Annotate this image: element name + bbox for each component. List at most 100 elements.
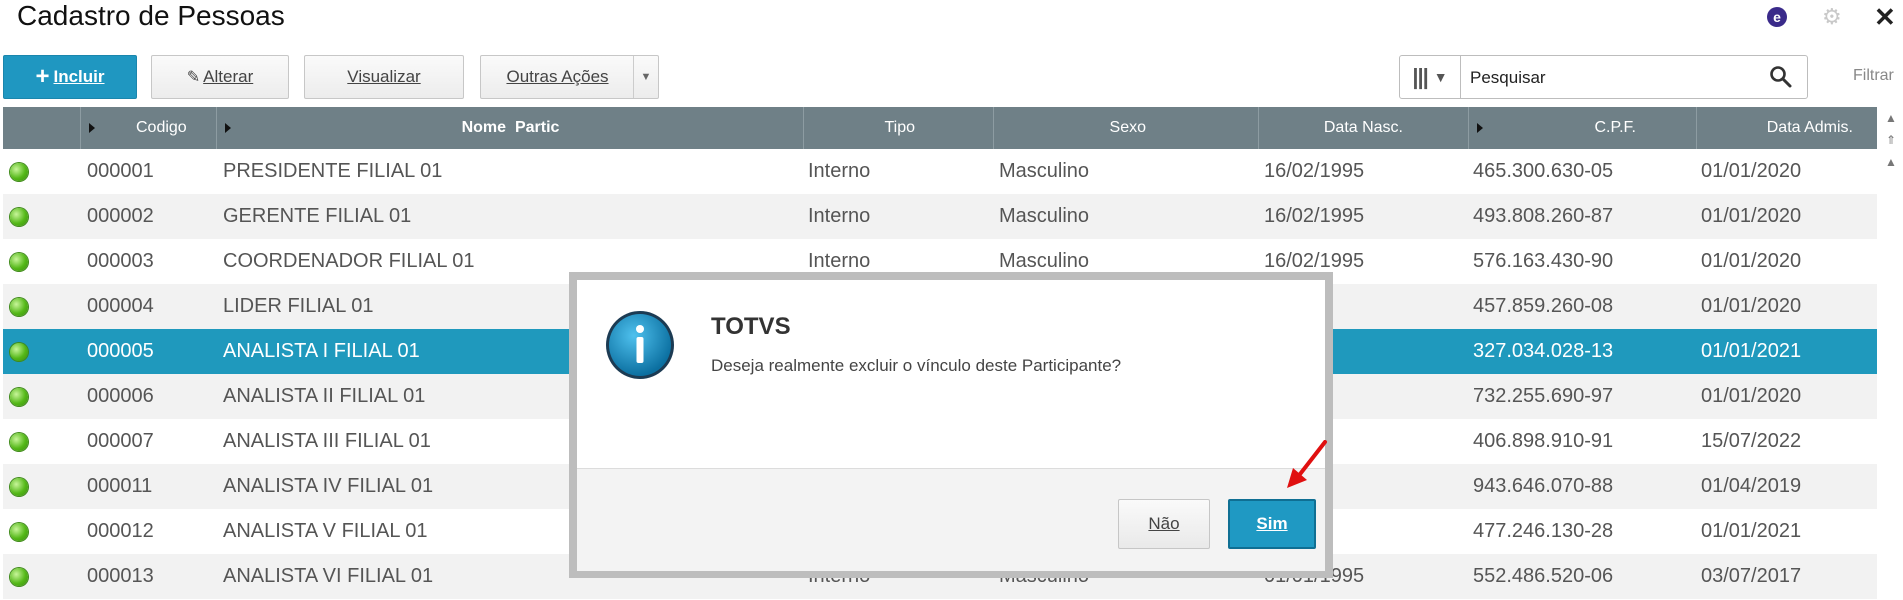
no-button[interactable]: Não bbox=[1118, 499, 1210, 549]
table-cell-cpf: 576.163.430-90 bbox=[1473, 250, 1614, 272]
table-cell-sexo: Masculino bbox=[999, 205, 1090, 227]
table-cell-code: 000004 bbox=[87, 295, 154, 317]
table-cell-cpf: 943.646.070-88 bbox=[1473, 475, 1614, 497]
column-header-data-admis[interactable]: Data Admis. bbox=[1697, 107, 1877, 149]
table-cell-cpf: 465.300.630-05 bbox=[1473, 160, 1614, 182]
status-green-icon bbox=[10, 478, 28, 496]
table-row[interactable]: 000001 PRESIDENTE FILIAL 01 Interno Masculi… bbox=[3, 149, 1877, 194]
table-cell-name: ANALISTA VI FILIAL 01 bbox=[223, 565, 434, 587]
yes-button[interactable]: Sim bbox=[1228, 499, 1316, 549]
search-box: ||| ▼ bbox=[1399, 55, 1808, 99]
plus-icon: + bbox=[35, 63, 50, 90]
table-cell-name: COORDENADOR FILIAL 01 bbox=[223, 250, 475, 272]
status-green-icon bbox=[10, 388, 28, 406]
table-cell-code: 000013 bbox=[87, 565, 154, 587]
view-label: Visualizar bbox=[347, 67, 421, 86]
table-cell-name: ANALISTA I FILIAL 01 bbox=[223, 340, 420, 362]
red-arrow-annotation bbox=[1287, 440, 1327, 488]
table-cell-name: PRESIDENTE FILIAL 01 bbox=[223, 160, 443, 182]
alter-label: Alterar bbox=[203, 67, 254, 86]
search-input[interactable] bbox=[1468, 64, 1772, 92]
table-cell-tipo: Interno bbox=[808, 205, 871, 227]
table-cell-cpf: 552.486.520-06 bbox=[1473, 565, 1614, 587]
chevron-down-icon: ▼ bbox=[1433, 69, 1448, 85]
gear-icon[interactable]: ⚙ bbox=[1822, 6, 1844, 28]
table-cell-name: ANALISTA II FILIAL 01 bbox=[223, 385, 426, 407]
view-button[interactable]: Visualizar bbox=[304, 55, 464, 99]
status-green-icon bbox=[10, 568, 28, 586]
table-cell-admis: 03/07/2017 bbox=[1701, 565, 1802, 587]
more-actions-button[interactable]: Outras Ações ▼ bbox=[480, 55, 659, 99]
table-cell-admis: 01/01/2021 bbox=[1701, 340, 1802, 362]
table-cell-cpf: 477.246.130-28 bbox=[1473, 520, 1614, 542]
table-cell-code: 000001 bbox=[87, 160, 154, 182]
table-cell-admis: 01/01/2020 bbox=[1701, 250, 1802, 272]
sort-triangle-icon bbox=[1477, 123, 1483, 133]
table-cell-code: 000011 bbox=[87, 475, 153, 497]
table-cell-code: 000007 bbox=[87, 430, 154, 452]
confirm-dialog: TOTVS Deseja realmente excluir o vínculo… bbox=[577, 280, 1325, 571]
table-cell-nasc: 16/02/1995 bbox=[1264, 205, 1365, 227]
table-cell-admis: 01/01/2021 bbox=[1701, 520, 1802, 542]
info-icon bbox=[606, 311, 674, 379]
table-cell-code: 000012 bbox=[87, 520, 154, 542]
dialog-message: Deseja realmente excluir o vínculo deste… bbox=[711, 356, 1122, 375]
table-cell-admis: 01/04/2019 bbox=[1701, 475, 1802, 497]
table-cell-cpf: 493.808.260-87 bbox=[1473, 205, 1614, 227]
table-cell-cpf: 327.034.028-13 bbox=[1473, 340, 1614, 362]
table-cell-name: ANALISTA V FILIAL 01 bbox=[223, 520, 428, 542]
table-cell-admis: 15/07/2022 bbox=[1701, 430, 1802, 452]
table-cell-sexo: Masculino bbox=[999, 160, 1090, 182]
filter-link[interactable]: Filtrar bbox=[1853, 67, 1894, 85]
column-header-data-nasc[interactable]: Data Nasc. bbox=[1259, 107, 1469, 149]
status-green-icon bbox=[10, 163, 28, 181]
column-header-tipo[interactable]: Tipo bbox=[804, 107, 994, 149]
status-green-icon bbox=[10, 298, 28, 316]
status-green-icon bbox=[10, 253, 28, 271]
column-header-sexo[interactable]: Sexo bbox=[994, 107, 1259, 149]
pencil-icon: ✎ bbox=[186, 69, 201, 86]
table-cell-admis: 01/01/2020 bbox=[1701, 205, 1802, 227]
table-cell-name: ANALISTA III FILIAL 01 bbox=[223, 430, 431, 452]
column-header-cpf[interactable]: C.P.F. bbox=[1469, 107, 1697, 149]
table-cell-cpf: 732.255.690-97 bbox=[1473, 385, 1614, 407]
page-title: Cadastro de Pessoas bbox=[17, 0, 285, 31]
column-header-nome[interactable]: Nome Partic bbox=[217, 107, 804, 149]
column-toggle-button[interactable]: ||| ▼ bbox=[1400, 56, 1461, 98]
status-green-icon bbox=[10, 433, 28, 451]
chevron-down-icon[interactable]: ▼ bbox=[633, 56, 658, 98]
status-green-icon bbox=[10, 208, 28, 226]
scroll-page-up-icon[interactable]: ⇑ bbox=[1879, 129, 1903, 151]
status-column-header bbox=[3, 107, 81, 149]
table-cell-admis: 01/01/2020 bbox=[1701, 385, 1802, 407]
table-row[interactable]: 000002 GERENTE FILIAL 01 Interno Masculino 1… bbox=[3, 194, 1877, 239]
include-label: Incluir bbox=[53, 67, 105, 86]
table-cell-code: 000005 bbox=[87, 340, 154, 362]
table-cell-name: ANALISTA IV FILIAL 01 bbox=[223, 475, 434, 497]
table-cell-cpf: 406.898.910-91 bbox=[1473, 430, 1614, 452]
e-app-icon[interactable]: e bbox=[1767, 7, 1787, 27]
scroll-up-icon[interactable]: ▲ bbox=[1879, 151, 1903, 173]
search-icon[interactable] bbox=[1769, 65, 1793, 89]
table-cell-admis: 01/01/2020 bbox=[1701, 160, 1802, 182]
table-cell-admis: 01/01/2020 bbox=[1701, 295, 1802, 317]
columns-icon: ||| bbox=[1412, 64, 1429, 89]
close-icon[interactable]: ✕ bbox=[1874, 4, 1896, 30]
table-cell-code: 000006 bbox=[87, 385, 154, 407]
table-cell-nasc: 16/02/1995 bbox=[1264, 160, 1365, 182]
table-cell-cpf: 457.859.260-08 bbox=[1473, 295, 1614, 317]
status-green-icon bbox=[10, 523, 28, 541]
sort-triangle-icon bbox=[89, 123, 95, 133]
column-header-codigo[interactable]: Codigo bbox=[81, 107, 217, 149]
vertical-scrollbar[interactable]: ▲ ⇑ ▲ bbox=[1879, 107, 1903, 197]
scroll-top-icon[interactable]: ▲ bbox=[1879, 107, 1903, 129]
alter-button[interactable]: ✎ Alterar bbox=[151, 55, 289, 99]
dialog-title: TOTVS bbox=[711, 313, 791, 340]
table-cell-code: 000003 bbox=[87, 250, 154, 272]
grid-header: Codigo Nome Partic Tipo Sexo Data Nasc. … bbox=[3, 107, 1877, 149]
table-cell-code: 000002 bbox=[87, 205, 154, 227]
dialog-footer: Não Sim bbox=[577, 468, 1325, 571]
include-button[interactable]: + Incluir bbox=[3, 55, 137, 99]
table-cell-name: GERENTE FILIAL 01 bbox=[223, 205, 412, 227]
more-actions-label: Outras Ações bbox=[506, 67, 609, 86]
